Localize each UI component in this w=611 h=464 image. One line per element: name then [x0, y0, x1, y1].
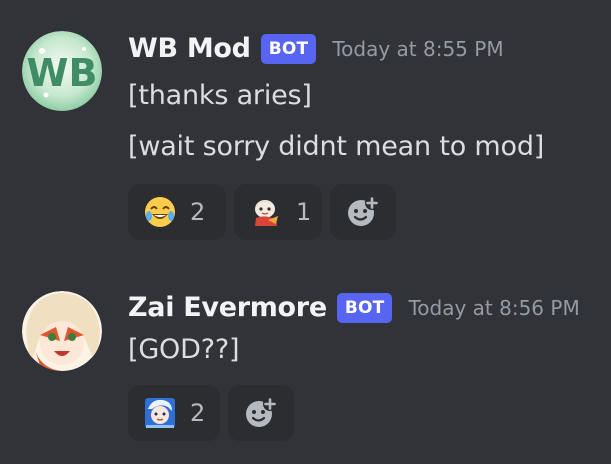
add-reaction-icon — [246, 397, 277, 427]
reaction-count: 2 — [190, 399, 206, 427]
reactions-bar: 2 — [128, 385, 294, 441]
reaction-count: 1 — [296, 198, 312, 226]
message-text: [wait sorry didnt mean to mod] — [128, 131, 545, 162]
custom-chibi-emoji-icon — [250, 196, 282, 228]
zai-portrait-avatar-icon — [22, 291, 102, 371]
reaction-custom[interactable]: 1 — [234, 184, 322, 240]
reactions-bar: 2 1 — [128, 184, 396, 240]
avatar[interactable] — [22, 291, 102, 371]
reaction-joy[interactable]: 2 — [128, 184, 226, 240]
message-text: [GOD??] — [128, 334, 240, 365]
bot-tag: BOT — [260, 33, 317, 64]
add-reaction-button[interactable] — [330, 184, 396, 240]
timestamp[interactable]: Today at 8:55 PM — [332, 37, 503, 61]
custom-blue-character-emoji-icon — [144, 397, 176, 429]
timestamp[interactable]: Today at 8:56 PM — [408, 296, 579, 320]
author-name[interactable]: WB Mod — [128, 33, 251, 64]
add-reaction-icon — [348, 196, 379, 226]
wb-logo-avatar-icon: WB — [22, 31, 102, 111]
message-text: [thanks aries] — [128, 80, 312, 111]
reaction-count: 2 — [190, 198, 206, 226]
joy-emoji-icon — [144, 196, 176, 228]
reaction-custom[interactable]: 2 — [128, 385, 220, 441]
bot-tag: BOT — [336, 292, 393, 323]
svg-text:WB: WB — [27, 51, 98, 95]
author-name[interactable]: Zai Evermore — [128, 292, 327, 323]
add-reaction-button[interactable] — [228, 385, 294, 441]
avatar[interactable]: WB — [22, 31, 102, 111]
